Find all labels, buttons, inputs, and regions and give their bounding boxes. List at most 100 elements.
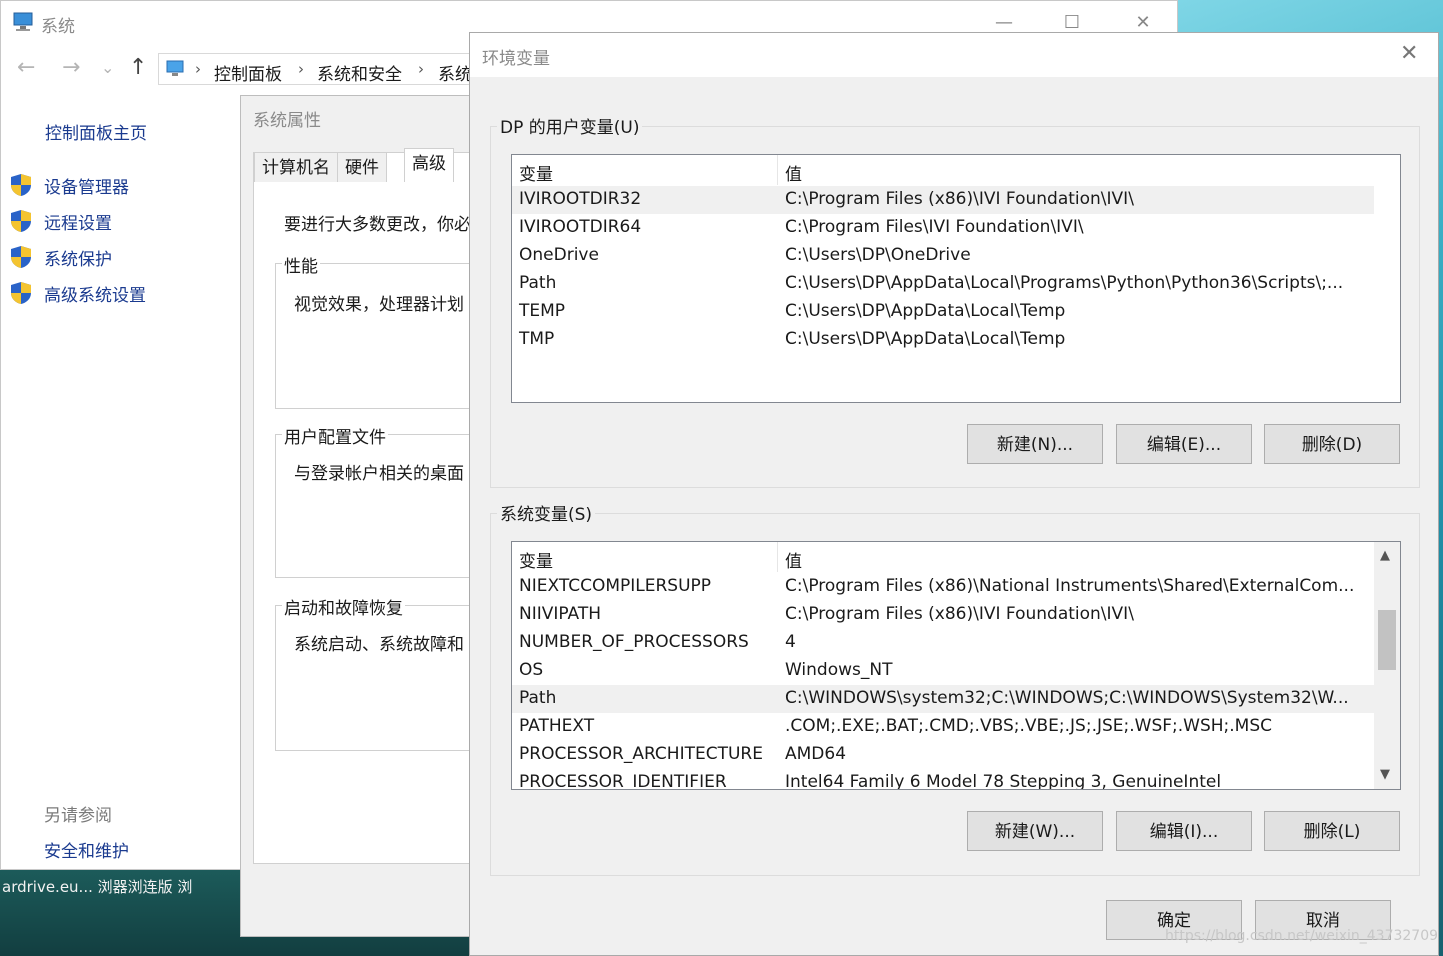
control-panel-home-link[interactable]: 控制面板主页 [45, 119, 147, 144]
sidebar-item-device-manager[interactable]: 设备管理器 [44, 173, 129, 198]
table-row[interactable]: OneDrive C:\Users\DP\OneDrive [512, 242, 1374, 270]
scroll-up-icon[interactable]: ▲ [1380, 548, 1390, 563]
list-header: 变量 值 [512, 155, 1400, 185]
recent-dropdown-icon[interactable]: ⌄ [101, 58, 114, 77]
variable-name: IVIROOTDIR64 [519, 217, 642, 237]
user-new-button[interactable]: 新建(N)... [967, 424, 1103, 464]
column-divider[interactable] [777, 542, 778, 572]
user-variables-list[interactable]: 变量 值 IVIROOTDIR32 C:\Program Files (x86)… [511, 154, 1401, 403]
variable-value: 4 [785, 632, 796, 652]
variable-value: C:\Users\DP\OneDrive [785, 245, 971, 265]
security-maintenance-link[interactable]: 安全和维护 [44, 837, 129, 862]
table-row[interactable]: Path C:\Users\DP\AppData\Local\Programs\… [512, 270, 1374, 298]
variable-value: Windows_NT [785, 660, 893, 680]
variable-value: C:\Program Files (x86)\National Instrume… [785, 576, 1355, 596]
table-row[interactable]: IVIROOTDIR32 C:\Program Files (x86)\IVI … [512, 186, 1374, 214]
table-row[interactable]: TMP C:\Users\DP\AppData\Local\Temp [512, 326, 1374, 354]
performance-group: 性能 视觉效果，处理器计划 [275, 252, 495, 409]
variable-name: IVIROOTDIR32 [519, 189, 642, 209]
table-row[interactable]: OS Windows_NT [512, 657, 1374, 685]
system-properties-title: 系统属性 [253, 111, 321, 131]
variable-value: C:\Program Files\IVI Foundation\IVI\ [785, 217, 1084, 237]
table-row[interactable]: PATHEXT .COM;.EXE;.BAT;.CMD;.VBS;.VBE;.J… [512, 713, 1374, 741]
forward-arrow-icon[interactable]: → [62, 55, 80, 80]
system-variables-group: 系统变量(S) 变量 值 NIEXTCCOMPILERSUPP C:\Progr… [490, 500, 1420, 876]
variable-value: C:\WINDOWS\system32;C:\WINDOWS;C:\WINDOW… [785, 688, 1349, 708]
variable-name: TMP [519, 329, 555, 349]
user-profiles-group: 用户配置文件 与登录帐户相关的桌面 [275, 423, 495, 578]
table-row[interactable]: TEMP C:\Users\DP\AppData\Local\Temp [512, 298, 1374, 326]
variable-value: Intel64 Family 6 Model 78 Stepping 3, Ge… [785, 772, 1222, 790]
breadcrumb-chevron-icon: › [418, 60, 424, 78]
env-dialog-title: 环境变量 [482, 49, 550, 69]
system-window-title: 系统 [41, 17, 75, 37]
system-edit-button[interactable]: 编辑(I)... [1116, 811, 1252, 851]
variable-name: OS [519, 660, 544, 680]
tab-computer-name[interactable]: 计算机名 [254, 152, 338, 182]
variable-name: TEMP [519, 301, 566, 321]
system-variables-list[interactable]: 变量 值 NIEXTCCOMPILERSUPP C:\Program Files… [511, 541, 1401, 790]
table-row[interactable]: PROCESSOR_ARCHITECTURE AMD64 [512, 741, 1374, 769]
user-delete-button[interactable]: 删除(D) [1264, 424, 1400, 464]
breadcrumb-chevron-icon: › [298, 60, 304, 78]
variable-name: NUMBER_OF_PROCESSORS [519, 632, 749, 652]
variable-name: PATHEXT [519, 716, 595, 736]
computer-icon [13, 12, 33, 31]
variable-value: C:\Users\DP\AppData\Local\Temp [785, 301, 1066, 321]
up-arrow-icon[interactable]: ↑ [129, 55, 147, 80]
user-edit-button[interactable]: 编辑(E)... [1116, 424, 1252, 464]
table-row[interactable]: PROCESSOR_IDENTIFIER Intel64 Family 6 Mo… [512, 769, 1374, 790]
table-row[interactable]: NUMBER_OF_PROCESSORS 4 [512, 629, 1374, 657]
performance-text: 视觉效果，处理器计划 [294, 295, 464, 315]
table-row[interactable]: IVIROOTDIR64 C:\Program Files\IVI Founda… [512, 214, 1374, 242]
scrollbar-thumb[interactable] [1378, 610, 1396, 670]
env-titlebar: 环境变量 ✕ [470, 33, 1438, 77]
performance-title: 性能 [282, 252, 320, 277]
tab-advanced[interactable]: 高级 [404, 148, 454, 182]
breadcrumb-system[interactable]: 系统 [438, 60, 472, 85]
environment-variables-dialog: 环境变量 ✕ DP 的用户变量(U) 变量 值 IVIROOTDIR32 C:\… [469, 32, 1439, 956]
startup-recovery-group: 启动和故障恢复 系统启动、系统故障和 [275, 594, 495, 751]
vertical-scrollbar[interactable]: ▲ ▼ [1374, 542, 1400, 789]
table-row[interactable]: NIEXTCCOMPILERSUPP C:\Program Files (x86… [512, 573, 1374, 601]
see-also-heading: 另请参阅 [44, 806, 112, 826]
column-header-value[interactable]: 值 [785, 160, 802, 185]
desktop-icons-text: ardrive.eu... 浏器浏连版 浏 [2, 878, 193, 896]
user-variables-group: DP 的用户变量(U) 变量 值 IVIROOTDIR32 C:\Program… [490, 113, 1420, 488]
variable-value: .COM;.EXE;.BAT;.CMD;.VBS;.VBE;.JS;.JSE;.… [785, 716, 1273, 736]
column-divider[interactable] [777, 155, 778, 185]
breadcrumb-control-panel[interactable]: 控制面板 [214, 60, 282, 85]
sidebar-item-advanced-settings[interactable]: 高级系统设置 [44, 281, 146, 306]
breadcrumb-chevron-icon: › [195, 60, 201, 78]
shield-icon [11, 246, 31, 268]
table-row[interactable]: NIIVIPATH C:\Program Files (x86)\IVI Fou… [512, 601, 1374, 629]
variable-name: PROCESSOR_IDENTIFIER [519, 772, 727, 790]
close-icon[interactable]: ✕ [1400, 41, 1418, 66]
watermark-text: https://blog.csdn.net/weixin_43732709 [1165, 928, 1439, 944]
variable-name: PROCESSOR_ARCHITECTURE [519, 744, 763, 764]
column-header-value[interactable]: 值 [785, 547, 802, 572]
system-variables-title: 系统变量(S) [497, 500, 596, 525]
variable-value: C:\Program Files (x86)\IVI Foundation\IV… [785, 189, 1134, 209]
variable-value: C:\Users\DP\AppData\Local\Temp [785, 329, 1066, 349]
column-header-variable[interactable]: 变量 [519, 160, 553, 185]
breadcrumb-system-security[interactable]: 系统和安全 [317, 60, 402, 85]
sidebar-item-system-protection[interactable]: 系统保护 [44, 245, 112, 270]
shield-icon [11, 282, 31, 304]
back-arrow-icon[interactable]: ← [17, 55, 35, 80]
user-variables-title: DP 的用户变量(U) [497, 113, 643, 138]
scroll-down-icon[interactable]: ▼ [1380, 767, 1390, 782]
variable-name: NIEXTCCOMPILERSUPP [519, 576, 712, 596]
table-row[interactable]: Path C:\WINDOWS\system32;C:\WINDOWS;C:\W… [512, 685, 1374, 713]
system-delete-button[interactable]: 删除(L) [1264, 811, 1400, 851]
column-header-variable[interactable]: 变量 [519, 547, 553, 572]
variable-name: Path [519, 688, 557, 708]
tab-hardware[interactable]: 硬件 [337, 152, 387, 182]
system-new-button[interactable]: 新建(W)... [967, 811, 1103, 851]
list-header: 变量 值 [512, 542, 1400, 572]
sidebar-item-remote-settings[interactable]: 远程设置 [44, 209, 112, 234]
variable-name: OneDrive [519, 245, 599, 265]
shield-icon [11, 174, 31, 196]
system-properties-dialog: 系统属性 计算机名 硬件 高级 要进行大多数更改，你必 性能 视觉效果，处理器计… [240, 95, 495, 937]
user-profiles-text: 与登录帐户相关的桌面 [294, 464, 464, 484]
